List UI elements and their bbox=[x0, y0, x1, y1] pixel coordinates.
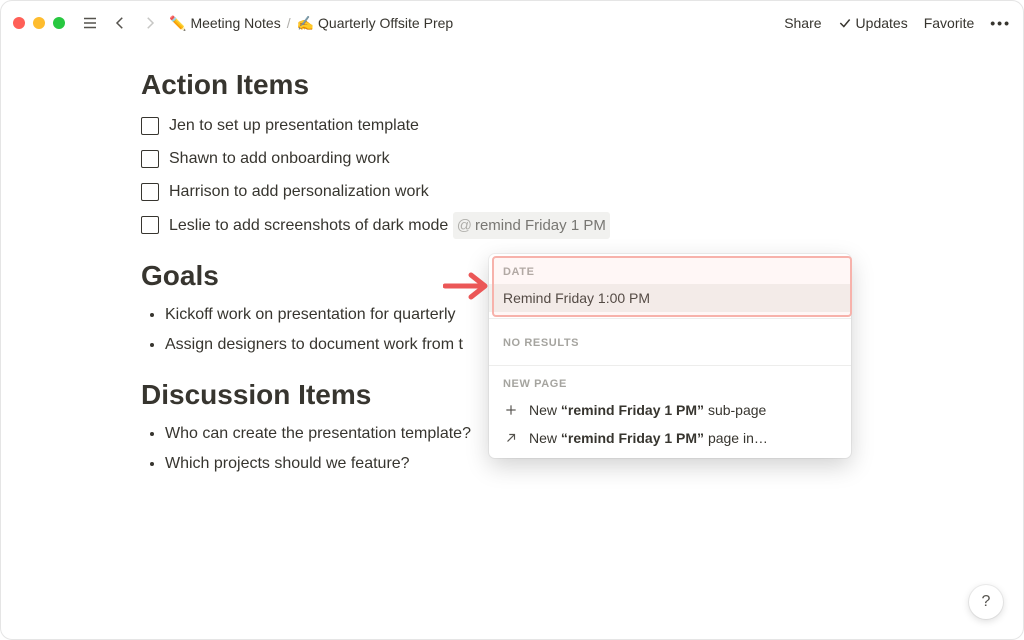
breadcrumb-separator: / bbox=[287, 15, 291, 31]
popover-item-new-subpage[interactable]: New “remind Friday 1 PM” sub-page bbox=[489, 396, 851, 424]
minimize-window-button[interactable] bbox=[33, 17, 45, 29]
updates-button[interactable]: Updates bbox=[838, 15, 908, 31]
check-icon bbox=[838, 16, 852, 30]
action-items-list: Jen to set up presentation template Shaw… bbox=[141, 109, 883, 242]
popover-item-label: Remind Friday 1:00 PM bbox=[503, 290, 837, 306]
popover-item-label: New “remind Friday 1 PM” page in… bbox=[529, 430, 837, 446]
popover-section-noresults: NO RESULTS bbox=[489, 318, 851, 365]
checkbox[interactable] bbox=[141, 183, 159, 201]
help-button[interactable]: ? bbox=[969, 585, 1003, 619]
popover-item-new-page-in[interactable]: New “remind Friday 1 PM” page in… bbox=[489, 424, 851, 452]
popover-item-remind-date[interactable]: Remind Friday 1:00 PM bbox=[489, 284, 851, 312]
todo-item[interactable]: Jen to set up presentation template bbox=[141, 109, 883, 142]
todo-item[interactable]: Harrison to add personalization work bbox=[141, 175, 883, 208]
todo-text[interactable]: Shawn to add onboarding work bbox=[169, 145, 390, 172]
share-button[interactable]: Share bbox=[784, 15, 821, 31]
popover-section-label: NEW PAGE bbox=[489, 374, 851, 396]
forward-button[interactable] bbox=[139, 12, 161, 34]
breadcrumb-item-1[interactable]: ✏️ Meeting Notes bbox=[169, 15, 281, 32]
popover-section-label: DATE bbox=[489, 262, 851, 284]
popover-section-newpage: NEW PAGE New “remind Friday 1 PM” sub-pa… bbox=[489, 365, 851, 458]
back-button[interactable] bbox=[109, 12, 131, 34]
checkbox[interactable] bbox=[141, 216, 159, 234]
checkbox[interactable] bbox=[141, 150, 159, 168]
at-icon: @ bbox=[457, 213, 472, 239]
breadcrumb-item-2[interactable]: ✍️ Quarterly Offsite Prep bbox=[297, 15, 454, 32]
arrow-up-right-icon bbox=[503, 430, 519, 446]
topbar-actions: Share Updates Favorite ••• bbox=[784, 15, 1011, 31]
updates-label: Updates bbox=[856, 15, 908, 31]
menu-icon[interactable] bbox=[79, 12, 101, 34]
mention-popover: DATE Remind Friday 1:00 PM NO RESULTS NE… bbox=[489, 254, 851, 458]
breadcrumb: ✏️ Meeting Notes / ✍️ Quarterly Offsite … bbox=[169, 15, 453, 32]
todo-text[interactable]: Harrison to add personalization work bbox=[169, 178, 429, 205]
window-controls bbox=[13, 17, 65, 29]
checkbox[interactable] bbox=[141, 117, 159, 135]
popover-item-label: New “remind Friday 1 PM” sub-page bbox=[529, 402, 837, 418]
more-menu-button[interactable]: ••• bbox=[990, 15, 1011, 31]
plus-icon bbox=[503, 402, 519, 418]
close-window-button[interactable] bbox=[13, 17, 25, 29]
todo-item[interactable]: Shawn to add onboarding work bbox=[141, 142, 883, 175]
inline-mention-pill[interactable]: @remind Friday 1 PM bbox=[453, 212, 610, 240]
window: ✏️ Meeting Notes / ✍️ Quarterly Offsite … bbox=[0, 0, 1024, 640]
heading-action-items[interactable]: Action Items bbox=[141, 69, 883, 101]
maximize-window-button[interactable] bbox=[53, 17, 65, 29]
no-results-label: NO RESULTS bbox=[489, 327, 851, 359]
favorite-button[interactable]: Favorite bbox=[924, 15, 975, 31]
page-emoji-icon: ✍️ bbox=[297, 15, 314, 32]
todo-text[interactable]: Jen to set up presentation template bbox=[169, 112, 419, 139]
breadcrumb-label: Quarterly Offsite Prep bbox=[318, 15, 453, 31]
topbar: ✏️ Meeting Notes / ✍️ Quarterly Offsite … bbox=[1, 1, 1023, 45]
popover-section-date: DATE Remind Friday 1:00 PM bbox=[489, 254, 851, 318]
page-emoji-icon: ✏️ bbox=[169, 15, 186, 32]
breadcrumb-label: Meeting Notes bbox=[190, 15, 280, 31]
todo-item[interactable]: Leslie to add screenshots of dark mode @… bbox=[141, 209, 883, 243]
todo-text[interactable]: Leslie to add screenshots of dark mode @… bbox=[169, 212, 610, 240]
